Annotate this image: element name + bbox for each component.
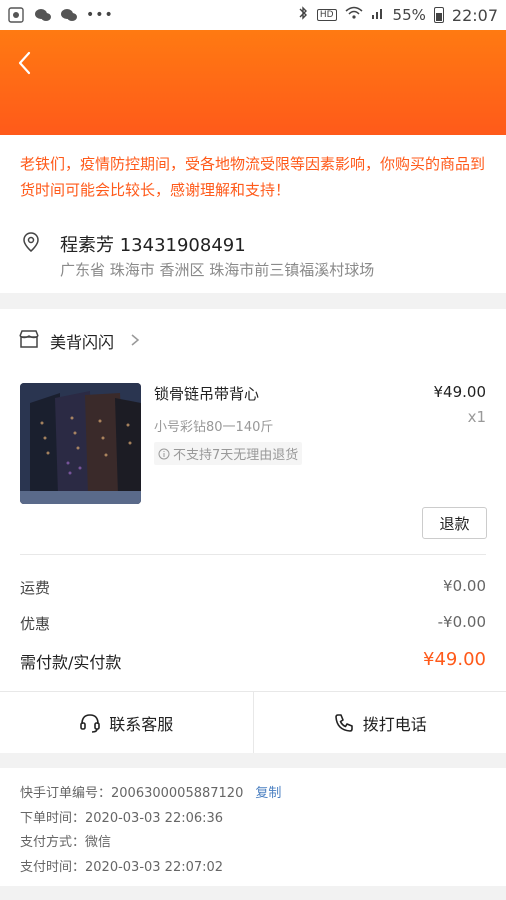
no-return-text: 不支持7天无理由退货: [173, 448, 299, 463]
refund-button[interactable]: 退款: [422, 507, 487, 539]
headset-icon: [80, 713, 101, 733]
location-pin-icon: [22, 231, 40, 257]
copy-order-number-link[interactable]: 复制: [255, 786, 281, 801]
payment-time: 支付时间：2020-03-03 22:07:02: [20, 859, 224, 875]
call-label: 拨打电话: [362, 714, 427, 734]
recipient-name-phone: 程素芳 13431908491: [60, 235, 246, 256]
chevron-right-icon: [130, 332, 140, 351]
product-image[interactable]: [20, 383, 141, 504]
hd-badge: HD: [316, 9, 337, 21]
phone-icon: [334, 713, 353, 732]
fee-label: 优惠: [20, 615, 51, 633]
wechat-icon: [34, 7, 51, 23]
discount-row: 优惠 -¥0.00: [20, 613, 486, 634]
order-number-row: 快手订单编号：2006300005887120 复制: [20, 782, 486, 807]
fee-label: 运费: [20, 579, 51, 597]
payment-method: 支付方式：微信: [20, 835, 112, 850]
contact-service-label: 联系客服: [109, 714, 174, 734]
shop-icon: [18, 329, 40, 353]
product-spec: 小号彩钻80一140斤: [154, 420, 274, 435]
bluetooth-icon: [297, 5, 309, 25]
fee-value: ¥0.00: [443, 577, 486, 595]
contact-bar: 联系客服 拨打电话: [0, 691, 506, 753]
battery-icon: [433, 7, 444, 23]
total-value: ¥49.00: [423, 649, 486, 670]
battery-percentage: 55%: [392, 6, 426, 24]
signal-icon: [371, 6, 385, 24]
recipient-address: 广东省 珠海市 香洲区 珠海市前三镇福溪村球场: [60, 261, 375, 279]
order-number: 快手订单编号：2006300005887120: [20, 786, 244, 801]
app-notification-icon: [8, 7, 24, 23]
wifi-icon: [345, 6, 363, 24]
shipping-fee-row: 运费 ¥0.00: [20, 577, 486, 598]
wechat-icon: [60, 7, 77, 23]
logistics-notice: 老铁们，疫情防控期间，受各地物流受限等因素影响，你购买的商品到货时间可能会比较长…: [0, 135, 506, 215]
divider: [20, 554, 486, 555]
total-row: 需付款/实付款 ¥49.00: [20, 649, 486, 673]
product-qty: x1: [467, 408, 486, 426]
product-price: ¥49.00: [433, 383, 487, 401]
order-created-time: 下单时间：2020-03-03 22:06:36: [20, 810, 224, 826]
order-card: 美背闪闪 锁骨链吊带背心 小号彩钻80一140斤 不支持7天无理由退货 ¥49.…: [0, 309, 506, 691]
store-link[interactable]: 美背闪闪: [18, 329, 140, 353]
order-info: 快手订单编号：2006300005887120 复制 下单时间：2020-03-0…: [0, 768, 506, 886]
fee-value: -¥0.00: [437, 613, 486, 631]
header-banner: [0, 30, 506, 135]
contact-service-button[interactable]: 联系客服: [0, 692, 253, 753]
total-label: 需付款/实付款: [20, 653, 122, 672]
clock: 22:07: [451, 5, 498, 25]
info-icon: [158, 448, 170, 459]
product-title[interactable]: 锁骨链吊带背心: [154, 383, 259, 404]
back-button[interactable]: [12, 48, 42, 78]
more-notifications-icon: •••: [86, 7, 114, 23]
shipping-address: 程素芳 13431908491 广东省 珠海市 香洲区 珠海市前三镇福溪村球场: [0, 215, 506, 293]
no-return-badge: 不支持7天无理由退货: [154, 442, 303, 465]
call-button[interactable]: 拨打电话: [252, 692, 506, 753]
status-bar: ••• HD 55% 22:07: [0, 0, 506, 30]
store-name: 美背闪闪: [50, 333, 115, 352]
chevron-left-icon: [18, 51, 31, 75]
